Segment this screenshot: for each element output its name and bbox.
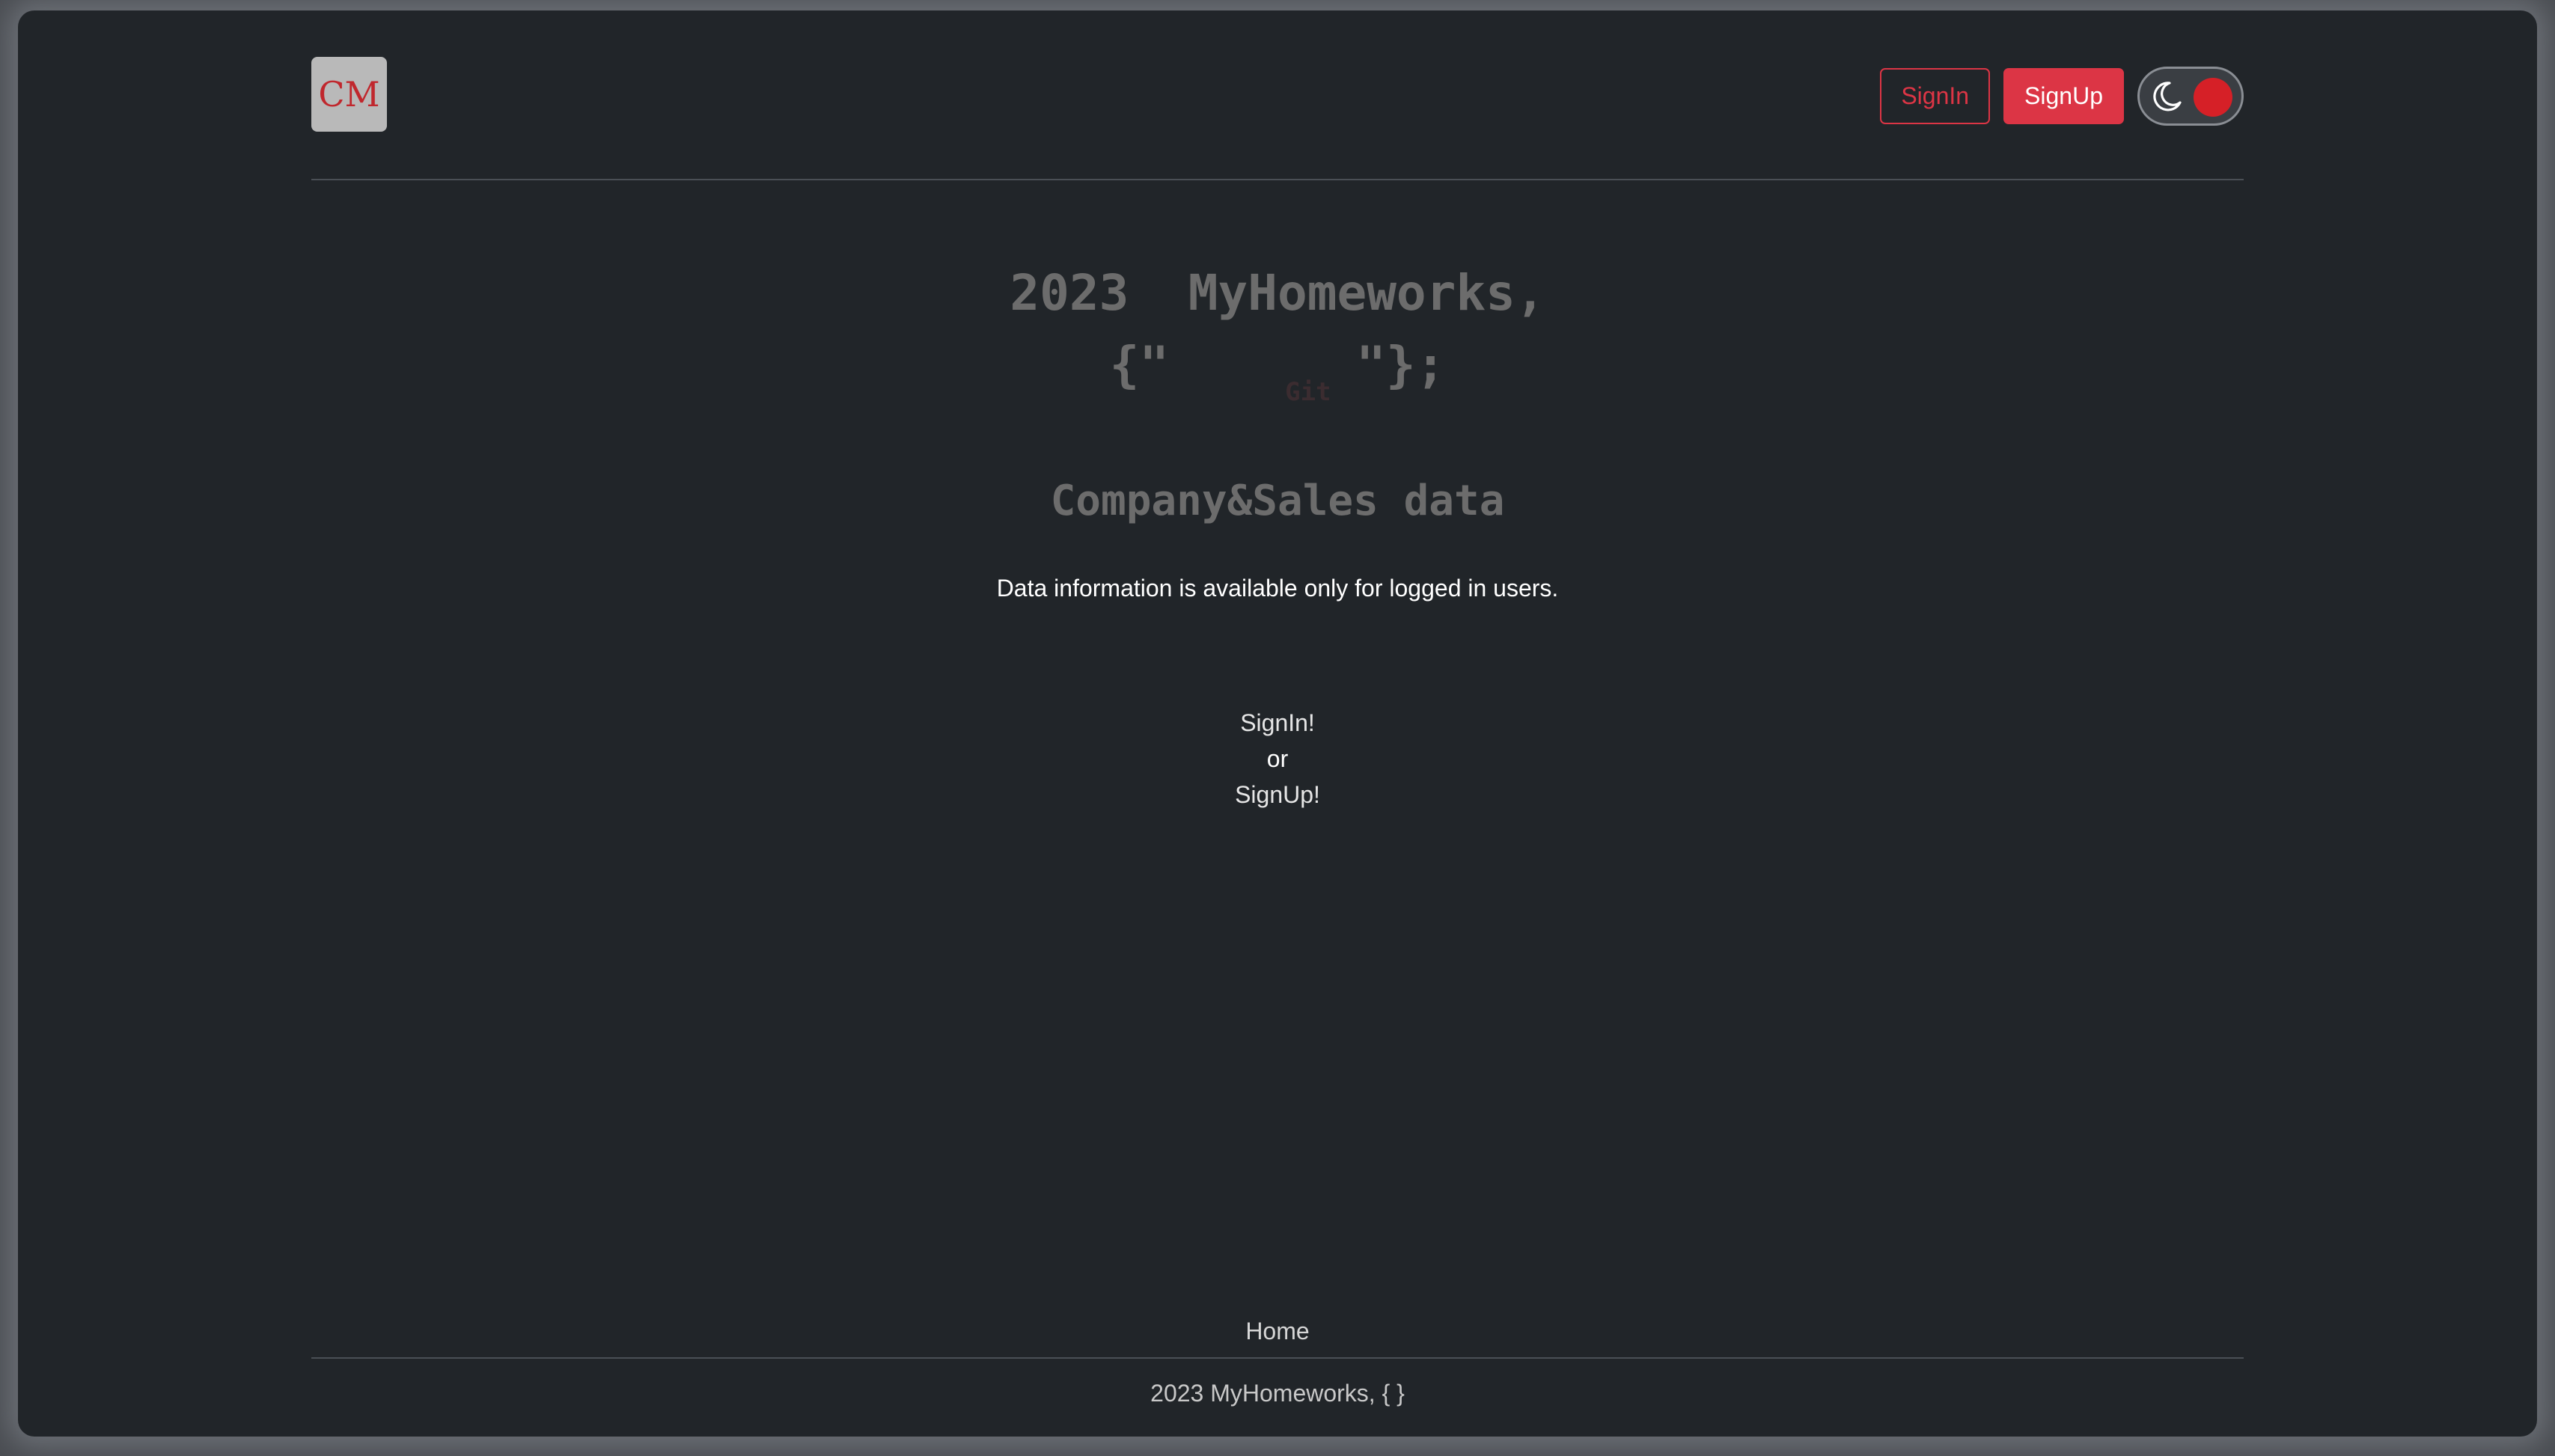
signin-link[interactable]: SignIn! [18, 705, 2537, 741]
page-title: Company&Sales data [1050, 477, 1505, 525]
footer-divider [311, 1357, 2244, 1359]
info-text: Data information is available only for l… [996, 575, 1559, 602]
footer-copyright: 2023 MyHomeworks, { } [1150, 1380, 1405, 1407]
theme-toggle[interactable] [2137, 66, 2244, 126]
header: CM SignIn SignUp [311, 10, 2244, 180]
hero-line-2: {" Git "}; [1109, 329, 1446, 407]
logo[interactable]: CM [311, 57, 387, 132]
signup-link[interactable]: SignUp! [18, 777, 2537, 813]
moon-icon [2153, 81, 2182, 111]
hero-line-1: 2023 MyHomeworks, [1010, 264, 1545, 322]
hero-close-brace: "}; [1356, 336, 1446, 394]
hero-heading: 2023 MyHomeworks, {" Git "}; [18, 257, 2537, 407]
auth-prompt: SignIn! or SignUp! [18, 705, 2537, 813]
hero-git-word: Git [1285, 377, 1331, 407]
or-text: or [1266, 745, 1289, 772]
hero-open-brace: {" [1109, 336, 1170, 394]
toggle-knob [2194, 77, 2232, 117]
header-actions: SignIn SignUp [1880, 66, 2244, 126]
footer-home-link[interactable]: Home [18, 1318, 2537, 1345]
signup-button[interactable]: SignUp [2003, 67, 2124, 124]
signin-button[interactable]: SignIn [1880, 67, 1991, 124]
browser-window: CM SignIn SignUp 2023 MyHomeworks, {" Git… [18, 10, 2537, 1437]
